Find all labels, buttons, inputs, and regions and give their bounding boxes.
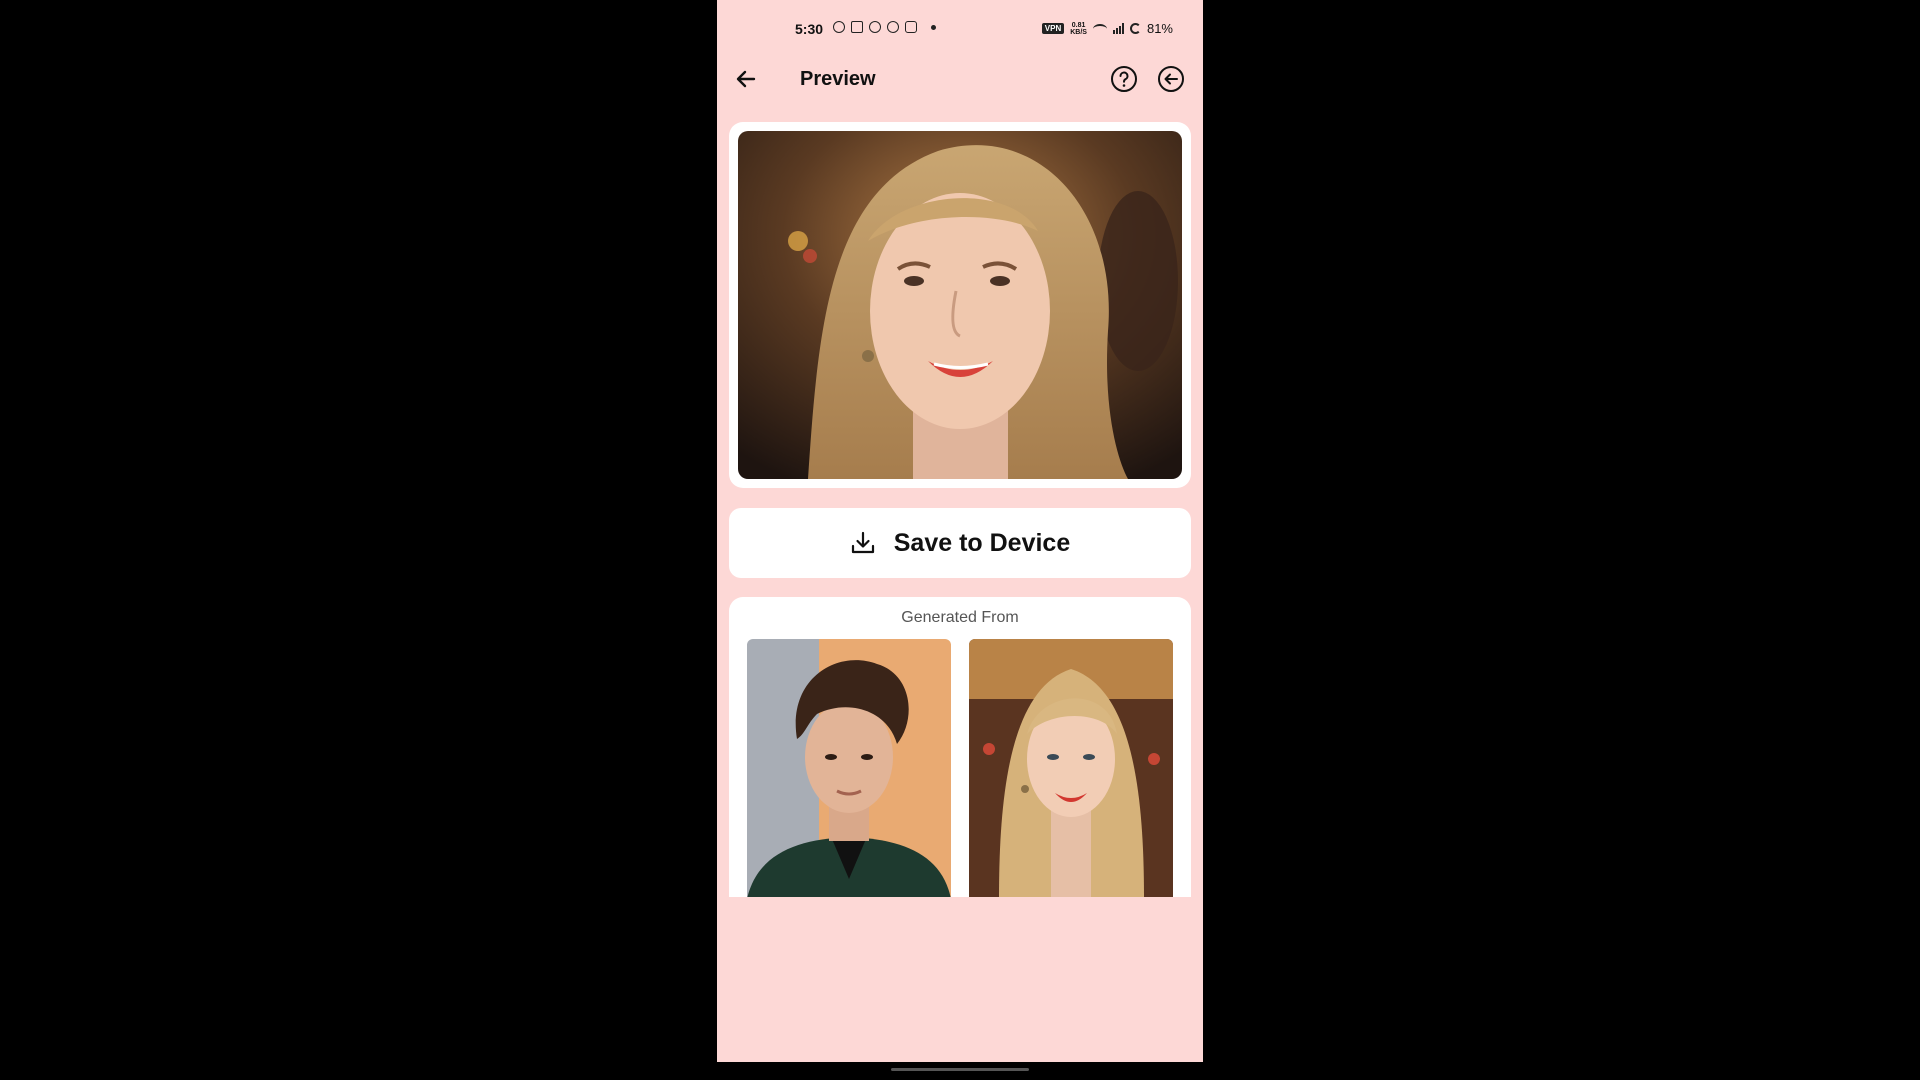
recycle-icon [887,21,899,33]
vpn-badge: VPN [1041,23,1065,34]
save-to-device-button[interactable]: Save to Device [729,508,1191,578]
signal-icon [1112,23,1124,34]
page-title: Preview [800,68,876,90]
network-speed-value: 0.81 [1071,21,1086,29]
system-icons: VPN 0.81 KB/S 81% [1041,21,1173,36]
question-circle-icon [1111,66,1137,92]
wifi-icon [1092,23,1107,34]
generated-from-card: Generated From [729,597,1191,897]
instagram-icon [905,21,917,33]
battery-percent: 81% [1146,21,1173,36]
arrow-left-circle-icon [1158,66,1184,92]
preview-card [729,122,1191,488]
status-time: 5:30 [795,21,824,37]
whatsapp-icon [833,21,845,33]
exit-button[interactable] [1157,65,1185,93]
home-indicator[interactable] [891,1068,1029,1071]
network-speed-unit: KB/S [1070,28,1087,36]
status-bar: 5:30 VPN 0.81 KB/S 81% [717,0,1203,60]
more-notifications-dot-icon [931,24,936,30]
facebook-icon [869,21,881,33]
phone-screen: 5:30 VPN 0.81 KB/S 81% Preview Save to D… [717,0,1203,1062]
help-button[interactable] [1110,65,1138,93]
network-speed: 0.81 KB/S [1070,22,1087,36]
notification-icons [833,21,936,33]
source-image-2[interactable] [969,639,1173,897]
arrow-left-icon [736,70,756,88]
generated-face-image [738,131,1182,479]
battery-icon [1129,23,1141,34]
generated-from-heading: Generated From [901,609,1019,626]
save-button-label: Save to Device [893,528,1071,557]
gallery-icon [851,21,863,33]
source-image-1[interactable] [747,639,951,897]
back-button[interactable] [733,66,759,92]
download-icon [851,531,874,554]
app-bar: Preview [717,56,1203,102]
